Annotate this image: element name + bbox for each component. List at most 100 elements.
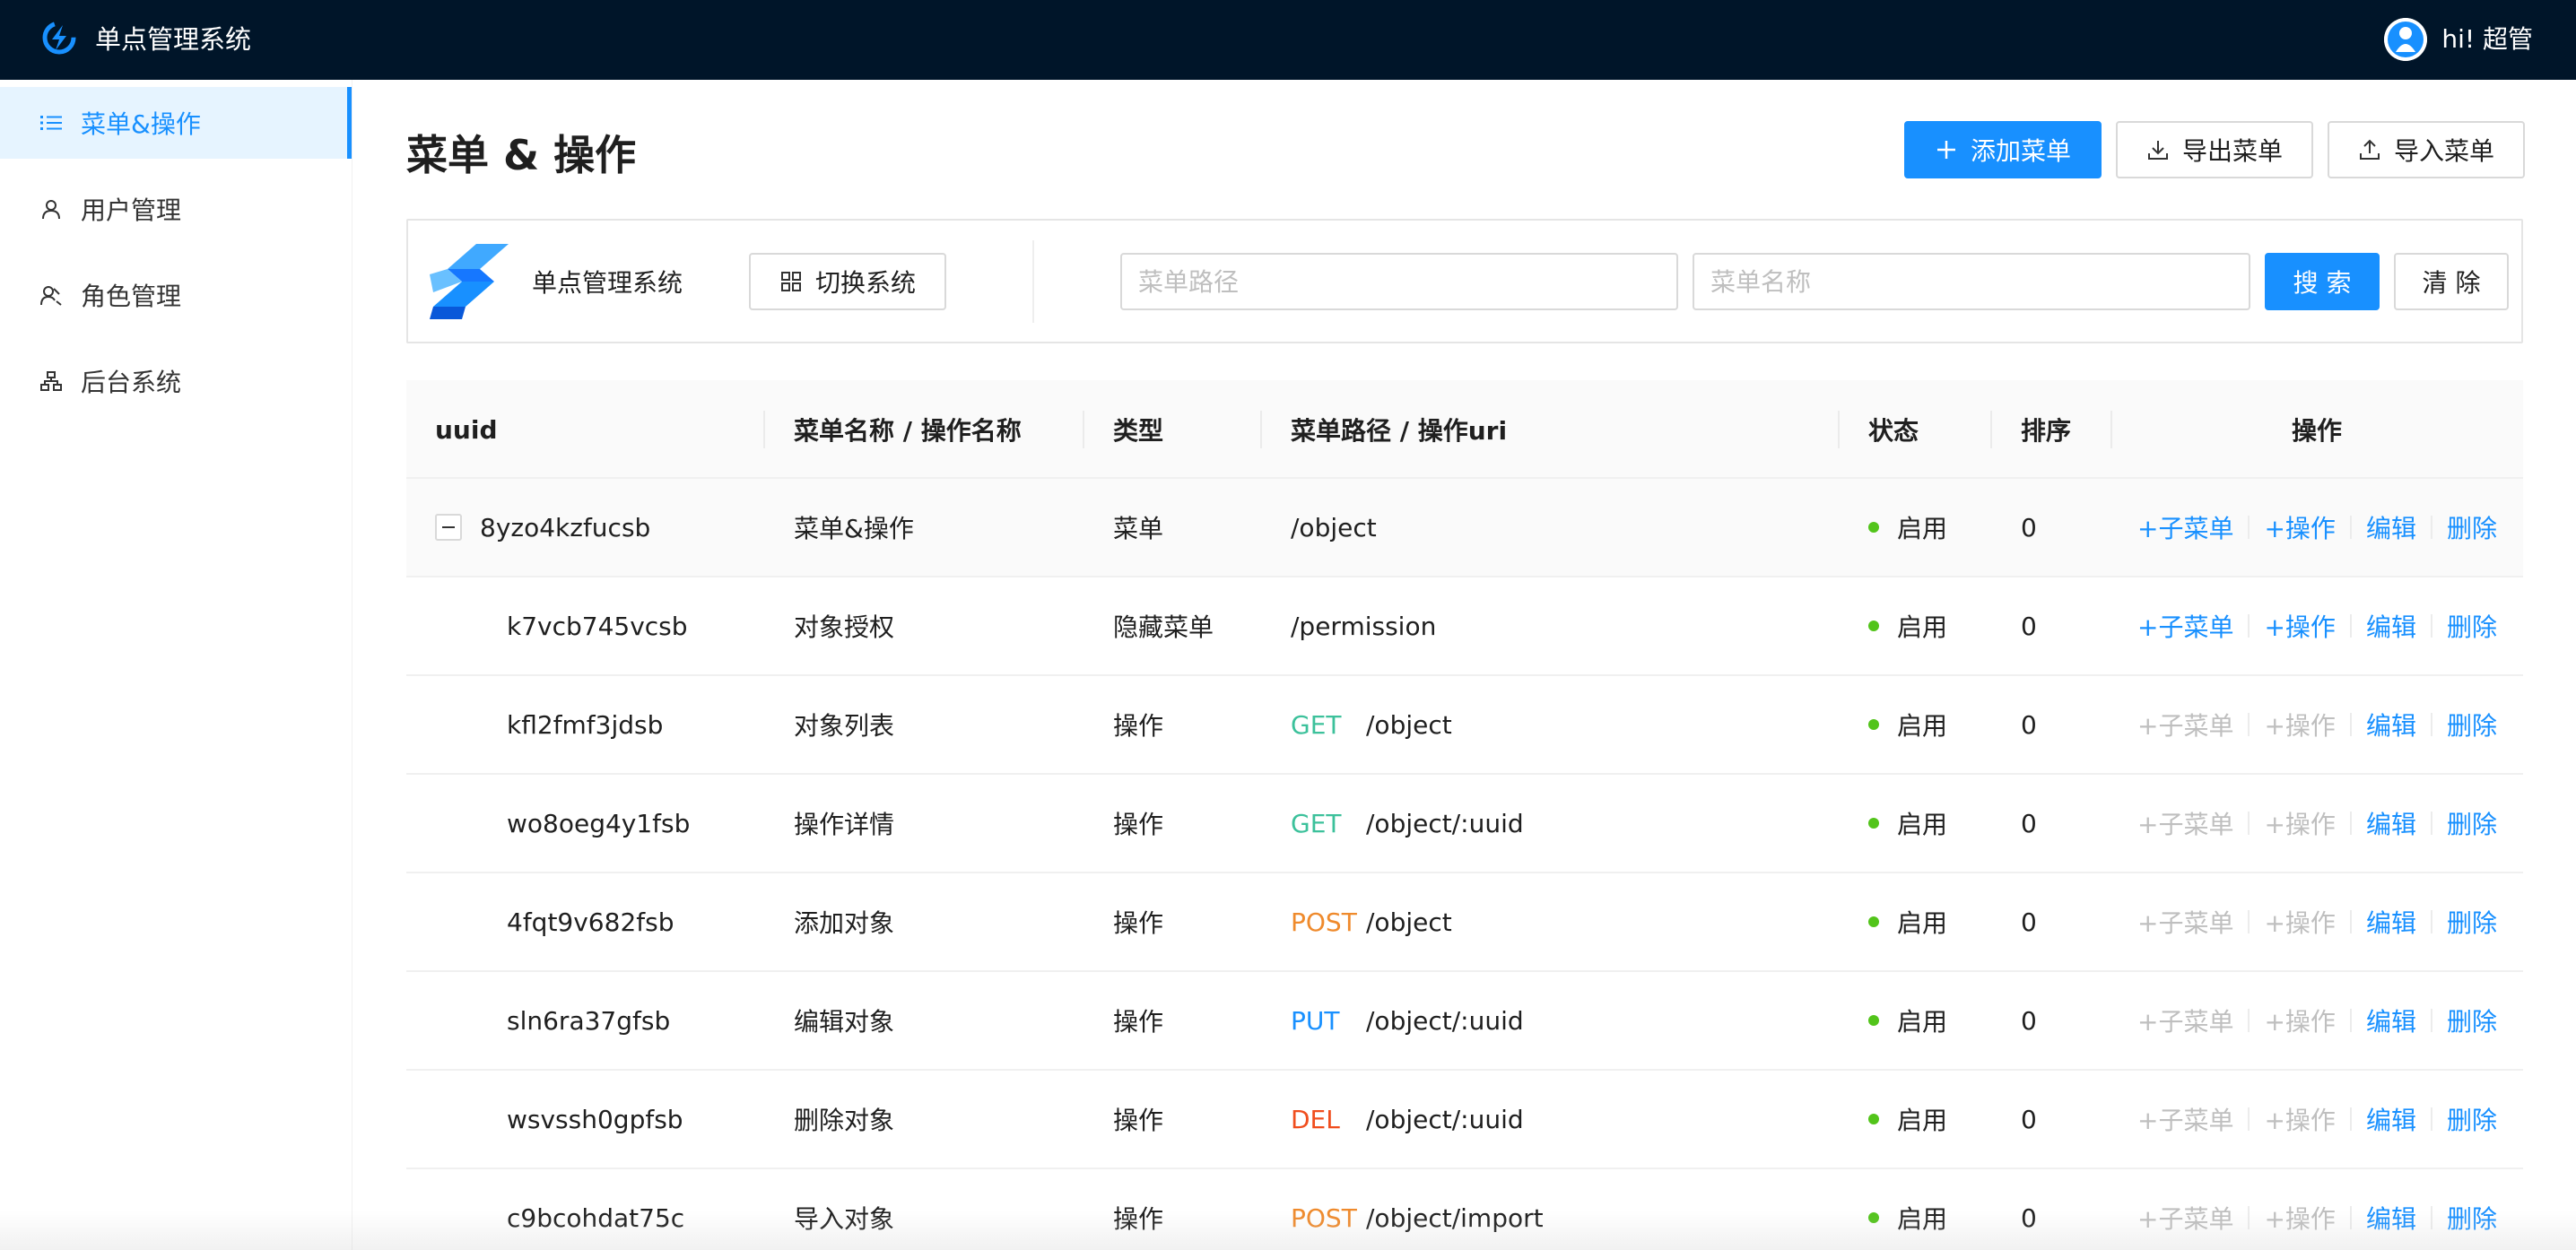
import-menu-button[interactable]: 导入菜单 [2328,121,2525,178]
add-action-link[interactable]: +操作 [2264,707,2335,742]
cell-uuid: 8yzo4kzfucsb [435,479,650,576]
cell-path: /permission [1291,611,1437,641]
add-action-link[interactable]: +操作 [2264,805,2335,841]
cell-actions: +子菜单 +操作 编辑 删除 [2137,972,2497,1069]
action-separator [2349,1107,2352,1131]
add-action-link[interactable]: +操作 [2264,608,2335,644]
switch-system-button[interactable]: 切换系统 [749,253,946,310]
user-greeting[interactable]: hi! 超管 [2441,22,2533,57]
action-separator [2248,614,2250,638]
cell-actions: +子菜单 +操作 编辑 删除 [2137,676,2497,773]
collapse-icon[interactable] [435,514,462,541]
system-name: 单点管理系统 [532,268,683,298]
add-action-link[interactable]: +操作 [2264,904,2335,940]
add-submenu-link[interactable]: +子菜单 [2137,509,2233,545]
cell-type: 操作 [1113,908,1164,938]
cell-path: GET/object/:uuid [1291,808,1524,838]
cell-name: 编辑对象 [794,1007,895,1037]
edit-link[interactable]: 编辑 [2366,1101,2416,1137]
action-separator [2349,1206,2352,1229]
action-separator [2248,713,2250,736]
cell-status: 启用 [1868,1071,1947,1168]
add-submenu-link[interactable]: +子菜单 [2137,707,2233,742]
table-row: 4fqt9v682fsb 添加对象 操作 POST/object 启用 0 +子菜单 +操作编… [406,873,2523,972]
column-header-order: 排序 [2021,416,2072,446]
table-row: c9bcohdat75c 导入对象 操作 POST/object/import 启用 0 +… [406,1169,2523,1250]
status-dot-icon [1868,1015,1879,1026]
cluster-icon [39,369,63,393]
cell-uuid: wo8oeg4y1fsb [507,808,691,838]
status-dot-icon [1868,621,1879,631]
menu-path-input[interactable] [1120,253,1678,310]
column-separator [1083,411,1084,448]
sidebar-item-menu-actions[interactable]: 菜单&操作 [0,87,352,159]
edit-link[interactable]: 编辑 [2366,707,2416,742]
upload-icon [2358,138,2381,161]
edit-link[interactable]: 编辑 [2366,509,2416,545]
cell-uuid: k7vcb745vcsb [507,611,688,641]
cell-order: 0 [2021,512,2037,543]
menu-name-input[interactable] [1693,253,2250,310]
edit-link[interactable]: 编辑 [2366,1003,2416,1038]
action-separator [2430,516,2432,539]
column-separator [1260,411,1262,448]
app-logo-icon [39,18,79,57]
edit-link[interactable]: 编辑 [2366,805,2416,841]
search-button[interactable]: 搜 索 [2265,253,2380,310]
delete-link[interactable]: 删除 [2447,904,2497,940]
add-submenu-link[interactable]: +子菜单 [2137,608,2233,644]
cell-uuid: wsvssh0gpfsb [507,1104,683,1134]
cell-name: 操作详情 [794,810,895,839]
sidebar-item-roles[interactable]: 角色管理 [0,259,352,331]
table-row: k7vcb745vcsb 对象授权 隐藏菜单/permission 启用 0 +子菜单 +操… [406,577,2523,676]
http-method-badge: PUT [1291,1005,1340,1036]
action-separator [2248,812,2250,835]
add-action-link[interactable]: +操作 [2264,1101,2335,1137]
delete-link[interactable]: 删除 [2447,1101,2497,1137]
add-submenu-link[interactable]: +子菜单 [2137,1200,2233,1236]
add-action-link[interactable]: +操作 [2264,509,2335,545]
status-dot-icon [1868,916,1879,927]
user-menu[interactable]: hi! 超管 [2384,18,2533,61]
add-action-link[interactable]: +操作 [2264,1200,2335,1236]
cell-path: GET/object [1291,709,1452,740]
status-dot-icon [1868,522,1879,533]
cell-uuid: kfl2fmf3jdsb [507,709,664,740]
action-separator [2248,1009,2250,1032]
action-separator [2349,812,2352,835]
add-action-link[interactable]: +操作 [2264,1003,2335,1038]
delete-link[interactable]: 删除 [2447,1200,2497,1236]
edit-link[interactable]: 编辑 [2366,904,2416,940]
divider [1032,240,1034,323]
column-separator [763,411,765,448]
table-row: kfl2fmf3jdsb 对象列表 操作 GET/object 启用 0 +子菜单 +操作 编辑… [406,676,2523,775]
cell-actions: +子菜单 +操作 编辑 删除 [2137,479,2497,576]
plus-icon [1935,138,1958,161]
sidebar-item-users[interactable]: 用户管理 [0,173,352,245]
export-menu-button[interactable]: 导出菜单 [2116,121,2313,178]
add-submenu-link[interactable]: +子菜单 [2137,904,2233,940]
delete-link[interactable]: 删除 [2447,608,2497,644]
http-method-badge: GET [1291,808,1342,838]
add-menu-button[interactable]: 添加菜单 [1904,121,2102,178]
action-separator [2349,910,2352,933]
delete-link[interactable]: 删除 [2447,707,2497,742]
add-submenu-link[interactable]: +子菜单 [2137,1003,2233,1038]
delete-link[interactable]: 删除 [2447,1003,2497,1038]
add-submenu-link[interactable]: +子菜单 [2137,805,2233,841]
sidebar-item-backend-systems[interactable]: 后台系统 [0,345,352,417]
edit-link[interactable]: 编辑 [2366,1200,2416,1236]
http-method-badge: GET [1291,709,1342,740]
edit-link[interactable]: 编辑 [2366,608,2416,644]
action-separator [2430,713,2432,736]
cell-path: POST/object [1291,907,1452,937]
avatar[interactable] [2384,18,2428,61]
action-separator [2349,1009,2352,1032]
delete-link[interactable]: 删除 [2447,509,2497,545]
delete-link[interactable]: 删除 [2447,805,2497,841]
page-title: 菜单 & 操作 [406,131,637,179]
add-submenu-link[interactable]: +子菜单 [2137,1101,2233,1137]
cell-status: 启用 [1868,775,1947,872]
clear-button[interactable]: 清 除 [2394,253,2509,310]
cell-path: PUT/object/:uuid [1291,1005,1524,1036]
